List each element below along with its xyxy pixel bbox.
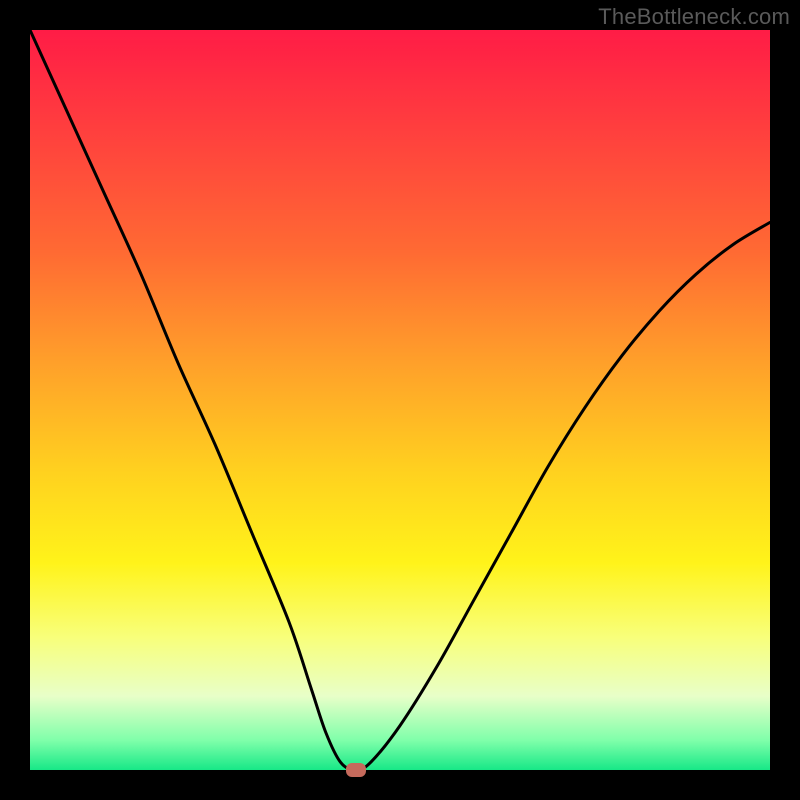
plot-area: [30, 30, 770, 770]
minimum-marker: [346, 763, 366, 777]
watermark-text: TheBottleneck.com: [598, 4, 790, 30]
chart-frame: TheBottleneck.com: [0, 0, 800, 800]
bottleneck-curve: [30, 30, 770, 770]
